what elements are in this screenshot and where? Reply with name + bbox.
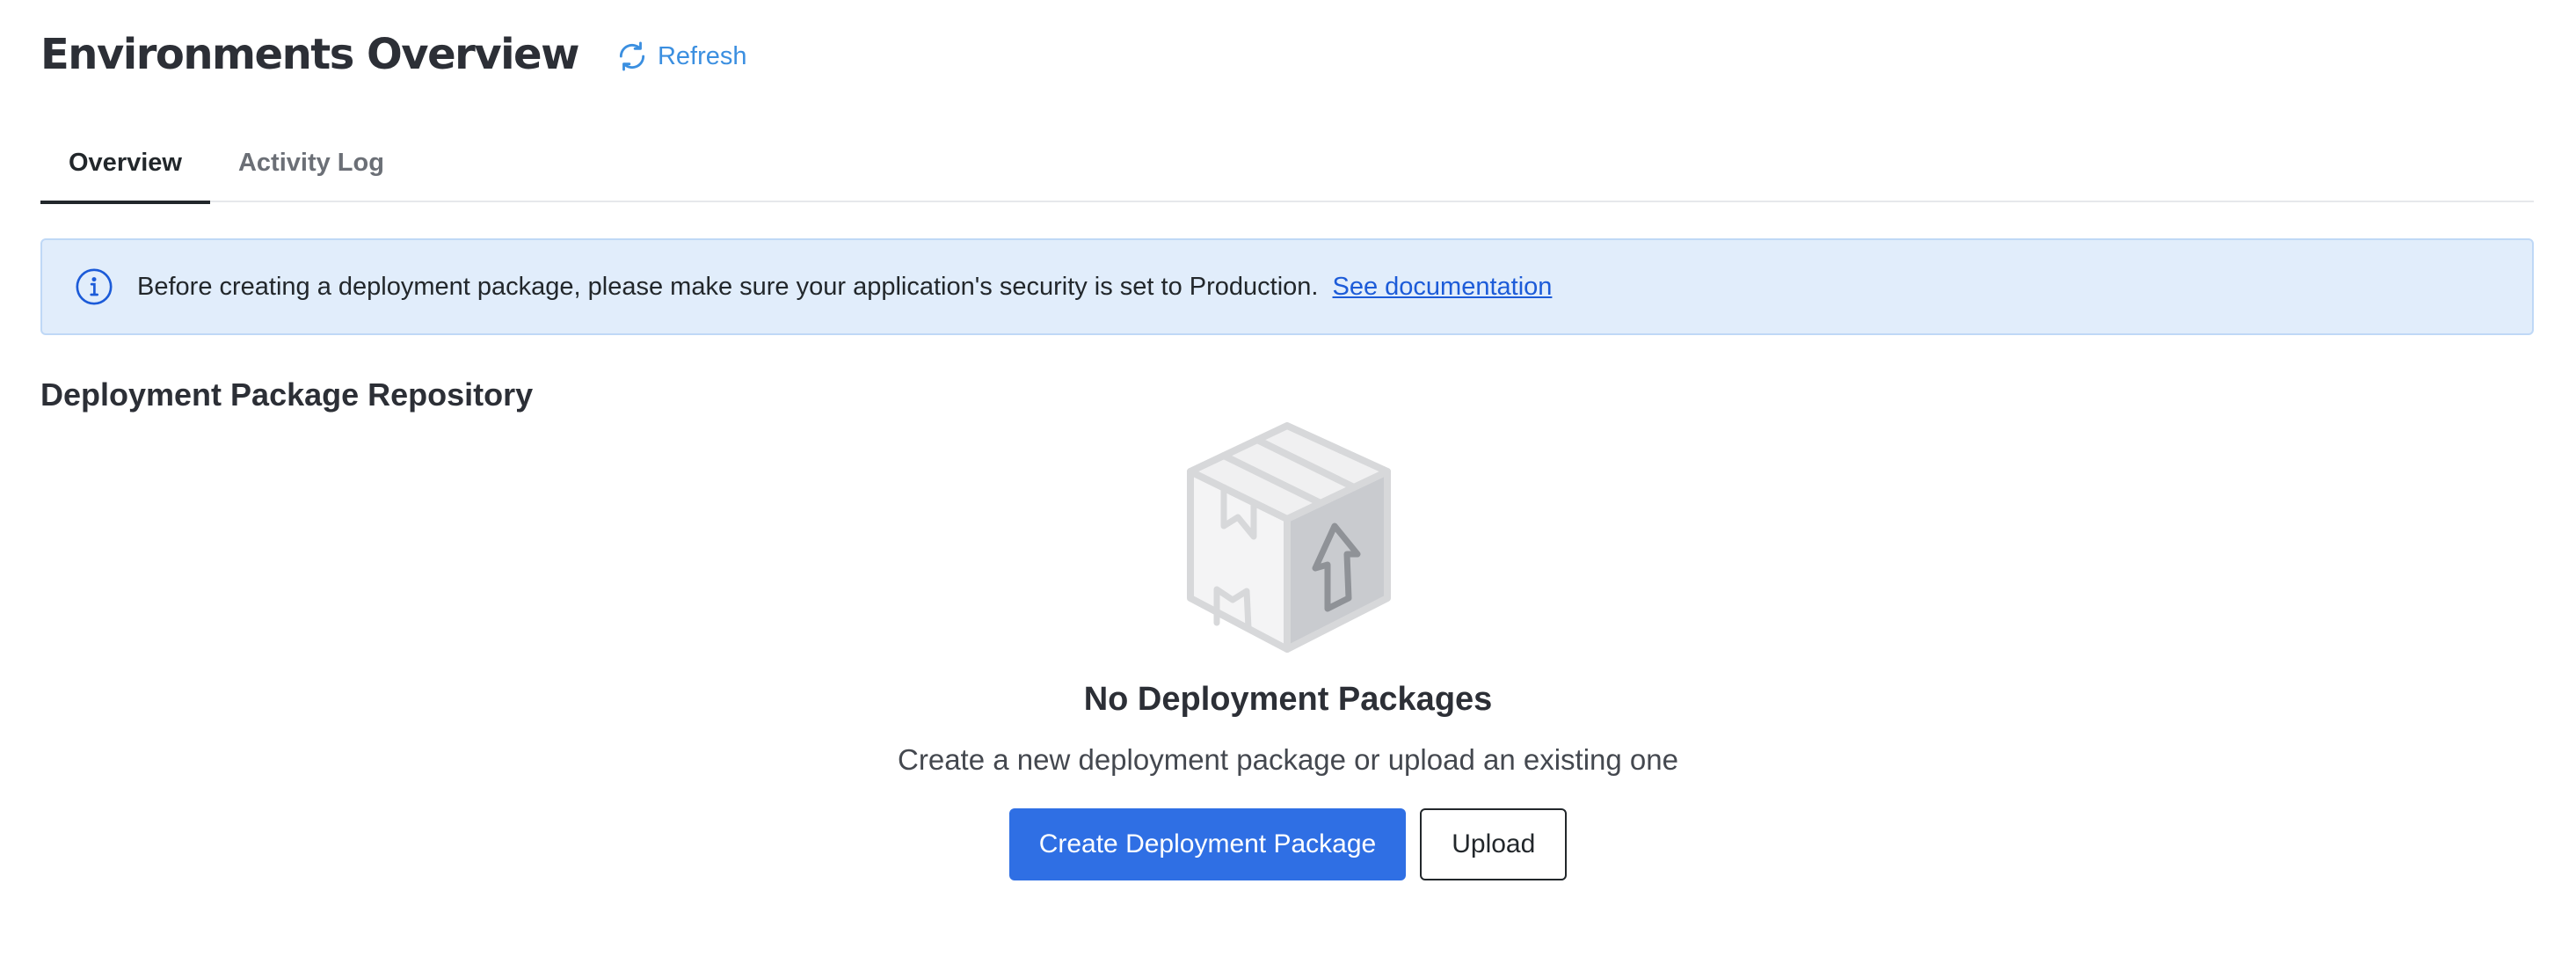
create-deployment-package-button[interactable]: Create Deployment Package	[1008, 808, 1407, 880]
upload-button[interactable]: Upload	[1420, 808, 1568, 880]
section-title: Deployment Package Repository	[40, 376, 534, 413]
page: Environments Overview Refresh Overview A…	[0, 0, 2576, 957]
see-documentation-link[interactable]: See documentation	[1333, 273, 1553, 302]
info-icon	[76, 268, 113, 305]
page-header: Environments Overview Refresh	[40, 25, 747, 84]
empty-state-actions: Create Deployment Package Upload	[1008, 808, 1568, 880]
tab-overview[interactable]: Overview	[40, 123, 210, 204]
empty-state-title: No Deployment Packages	[1083, 681, 1493, 718]
refresh-icon	[619, 41, 645, 71]
refresh-button[interactable]: Refresh	[615, 40, 747, 73]
empty-state: No Deployment Packages Create a new depl…	[0, 422, 2576, 880]
banner-message: Before creating a deployment package, pl…	[137, 272, 1319, 301]
empty-state-subtitle: Create a new deployment package or uploa…	[898, 743, 1678, 776]
page-title: Environments Overview	[40, 30, 579, 79]
tab-activity-log[interactable]: Activity Log	[210, 123, 412, 202]
tab-bar: Overview Activity Log	[40, 123, 2534, 204]
package-box-icon	[1187, 422, 1391, 653]
info-banner: Before creating a deployment package, pl…	[40, 238, 2534, 335]
refresh-label: Refresh	[657, 41, 747, 70]
